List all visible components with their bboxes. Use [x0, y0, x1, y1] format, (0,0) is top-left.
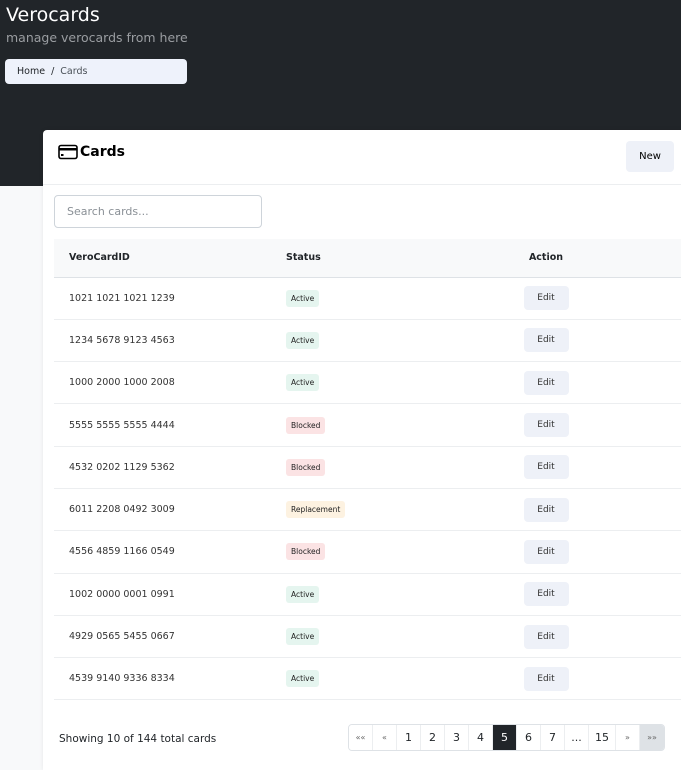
edit-button[interactable]: Edit	[524, 286, 569, 310]
card-id: 4556 4859 1166 0549	[54, 531, 286, 573]
edit-button[interactable]: Edit	[524, 498, 569, 522]
status-badge: Blocked	[286, 417, 325, 434]
table-row: 5555 5555 5555 4444 Blocked Edit	[54, 404, 681, 446]
table-row: 4929 0565 5455 0667 Active Edit	[54, 615, 681, 657]
edit-button[interactable]: Edit	[524, 625, 569, 649]
table-row: 4532 0202 1129 5362 Blocked Edit	[54, 446, 681, 488]
card-id: 4532 0202 1129 5362	[54, 446, 286, 488]
breadcrumb-current: Cards	[60, 66, 87, 77]
status-badge: Active	[286, 670, 319, 687]
breadcrumb-home[interactable]: Home	[17, 66, 45, 77]
pagination: «««1234567...15»»»	[348, 724, 665, 751]
page-link[interactable]: «	[373, 725, 397, 750]
edit-button[interactable]: Edit	[524, 328, 569, 352]
status-badge: Active	[286, 290, 319, 307]
cards-table: VeroCardID Status Action 1021 1021 1021 …	[54, 239, 681, 700]
table-row: 1234 5678 9123 4563 Active Edit	[54, 319, 681, 361]
card-id: 1234 5678 9123 4563	[54, 319, 286, 361]
edit-button[interactable]: Edit	[524, 455, 569, 479]
column-header-id: VeroCardID	[54, 239, 286, 277]
breadcrumb: Home/Cards	[5, 59, 187, 84]
page-link[interactable]: 2	[421, 725, 445, 750]
table-row: 1021 1021 1021 1239 Active Edit	[54, 277, 681, 319]
column-header-status: Status	[286, 239, 466, 277]
edit-button[interactable]: Edit	[524, 371, 569, 395]
card-title: Cards	[58, 144, 125, 160]
table-row: 4556 4859 1166 0549 Blocked Edit	[54, 531, 681, 573]
edit-button[interactable]: Edit	[524, 540, 569, 564]
status-badge: Active	[286, 628, 319, 645]
search-input[interactable]	[54, 195, 262, 228]
page-link[interactable]: 7	[541, 725, 565, 750]
page-link[interactable]: 6	[517, 725, 541, 750]
card-id: 1002 0000 0001 0991	[54, 573, 286, 615]
edit-button[interactable]: Edit	[524, 582, 569, 606]
edit-button[interactable]: Edit	[524, 667, 569, 691]
table-row: 1002 0000 0001 0991 Active Edit	[54, 573, 681, 615]
page-link[interactable]: 4	[469, 725, 493, 750]
card-id: 1021 1021 1021 1239	[54, 277, 286, 319]
page-link[interactable]: ...	[565, 725, 589, 750]
new-card-button[interactable]: New	[626, 141, 674, 172]
status-badge: Replacement	[286, 501, 345, 518]
page-link[interactable]: »»	[640, 725, 664, 750]
results-summary: Showing 10 of 144 total cards	[59, 733, 216, 745]
page-link[interactable]: 5	[493, 725, 517, 750]
status-badge: Blocked	[286, 543, 325, 560]
card-id: 4929 0565 5455 0667	[54, 615, 286, 657]
table-row: 6011 2208 0492 3009 Replacement Edit	[54, 488, 681, 530]
cards-panel: Cards New VeroCardID Status Action 1021 …	[43, 130, 681, 770]
page-link[interactable]: ««	[349, 725, 373, 750]
card-id: 4539 9140 9336 8334	[54, 658, 286, 700]
card-id: 5555 5555 5555 4444	[54, 404, 286, 446]
status-badge: Active	[286, 332, 319, 349]
card-id: 6011 2208 0492 3009	[54, 488, 286, 530]
card-id: 1000 2000 1000 2008	[54, 362, 286, 404]
page-link[interactable]: 3	[445, 725, 469, 750]
column-header-action: Action	[466, 239, 626, 277]
edit-button[interactable]: Edit	[524, 413, 569, 437]
status-badge: Active	[286, 586, 319, 603]
status-badge: Blocked	[286, 459, 325, 476]
page-link[interactable]: 1	[397, 725, 421, 750]
credit-card-icon	[58, 144, 78, 160]
status-badge: Active	[286, 374, 319, 391]
page-subtitle: manage verocards from here	[6, 30, 188, 45]
table-row: 1000 2000 1000 2008 Active Edit	[54, 362, 681, 404]
page-title: Verocards	[6, 4, 100, 26]
page-link[interactable]: 15	[589, 725, 616, 750]
page-link[interactable]: »	[616, 725, 640, 750]
table-row: 4539 9140 9336 8334 Active Edit	[54, 658, 681, 700]
